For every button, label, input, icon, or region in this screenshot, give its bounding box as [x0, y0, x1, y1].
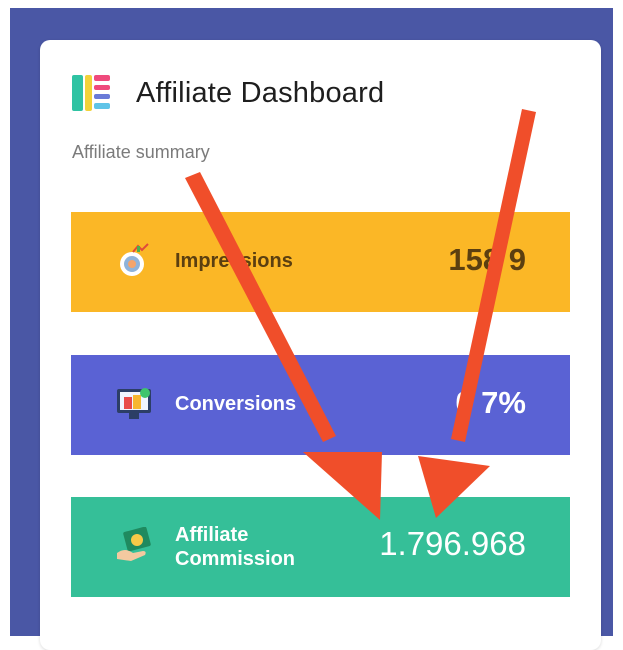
impressions-card[interactable]: Impressions 158 9: [71, 212, 570, 312]
conversions-label: Conversions: [175, 393, 297, 415]
card-header: Affiliate Dashboard: [72, 73, 384, 113]
target-chart-icon: [120, 243, 149, 276]
page-title: Affiliate Dashboard: [136, 76, 385, 109]
shopping-monitor-icon: [117, 388, 151, 419]
section-subtitle: Affiliate summary: [72, 142, 210, 162]
conversions-value: 0 7%: [455, 385, 526, 420]
impressions-label: Impressions: [175, 250, 293, 272]
affiliate-commission-label: Affiliate Commission: [175, 524, 296, 570]
conversions-card[interactable]: Conversions 0 7%: [71, 355, 570, 455]
money-hand-icon: [117, 527, 151, 561]
affiliate-dashboard-card: Affiliate Dashboard Affiliate summary Im…: [40, 40, 601, 650]
dashboard-grid-icon: [72, 75, 110, 111]
impressions-value: 158 9: [448, 242, 526, 277]
affiliate-commission-value: 1.796.968: [379, 525, 526, 562]
affiliate-commission-card[interactable]: Affiliate Commission 1.796.968: [71, 497, 570, 597]
